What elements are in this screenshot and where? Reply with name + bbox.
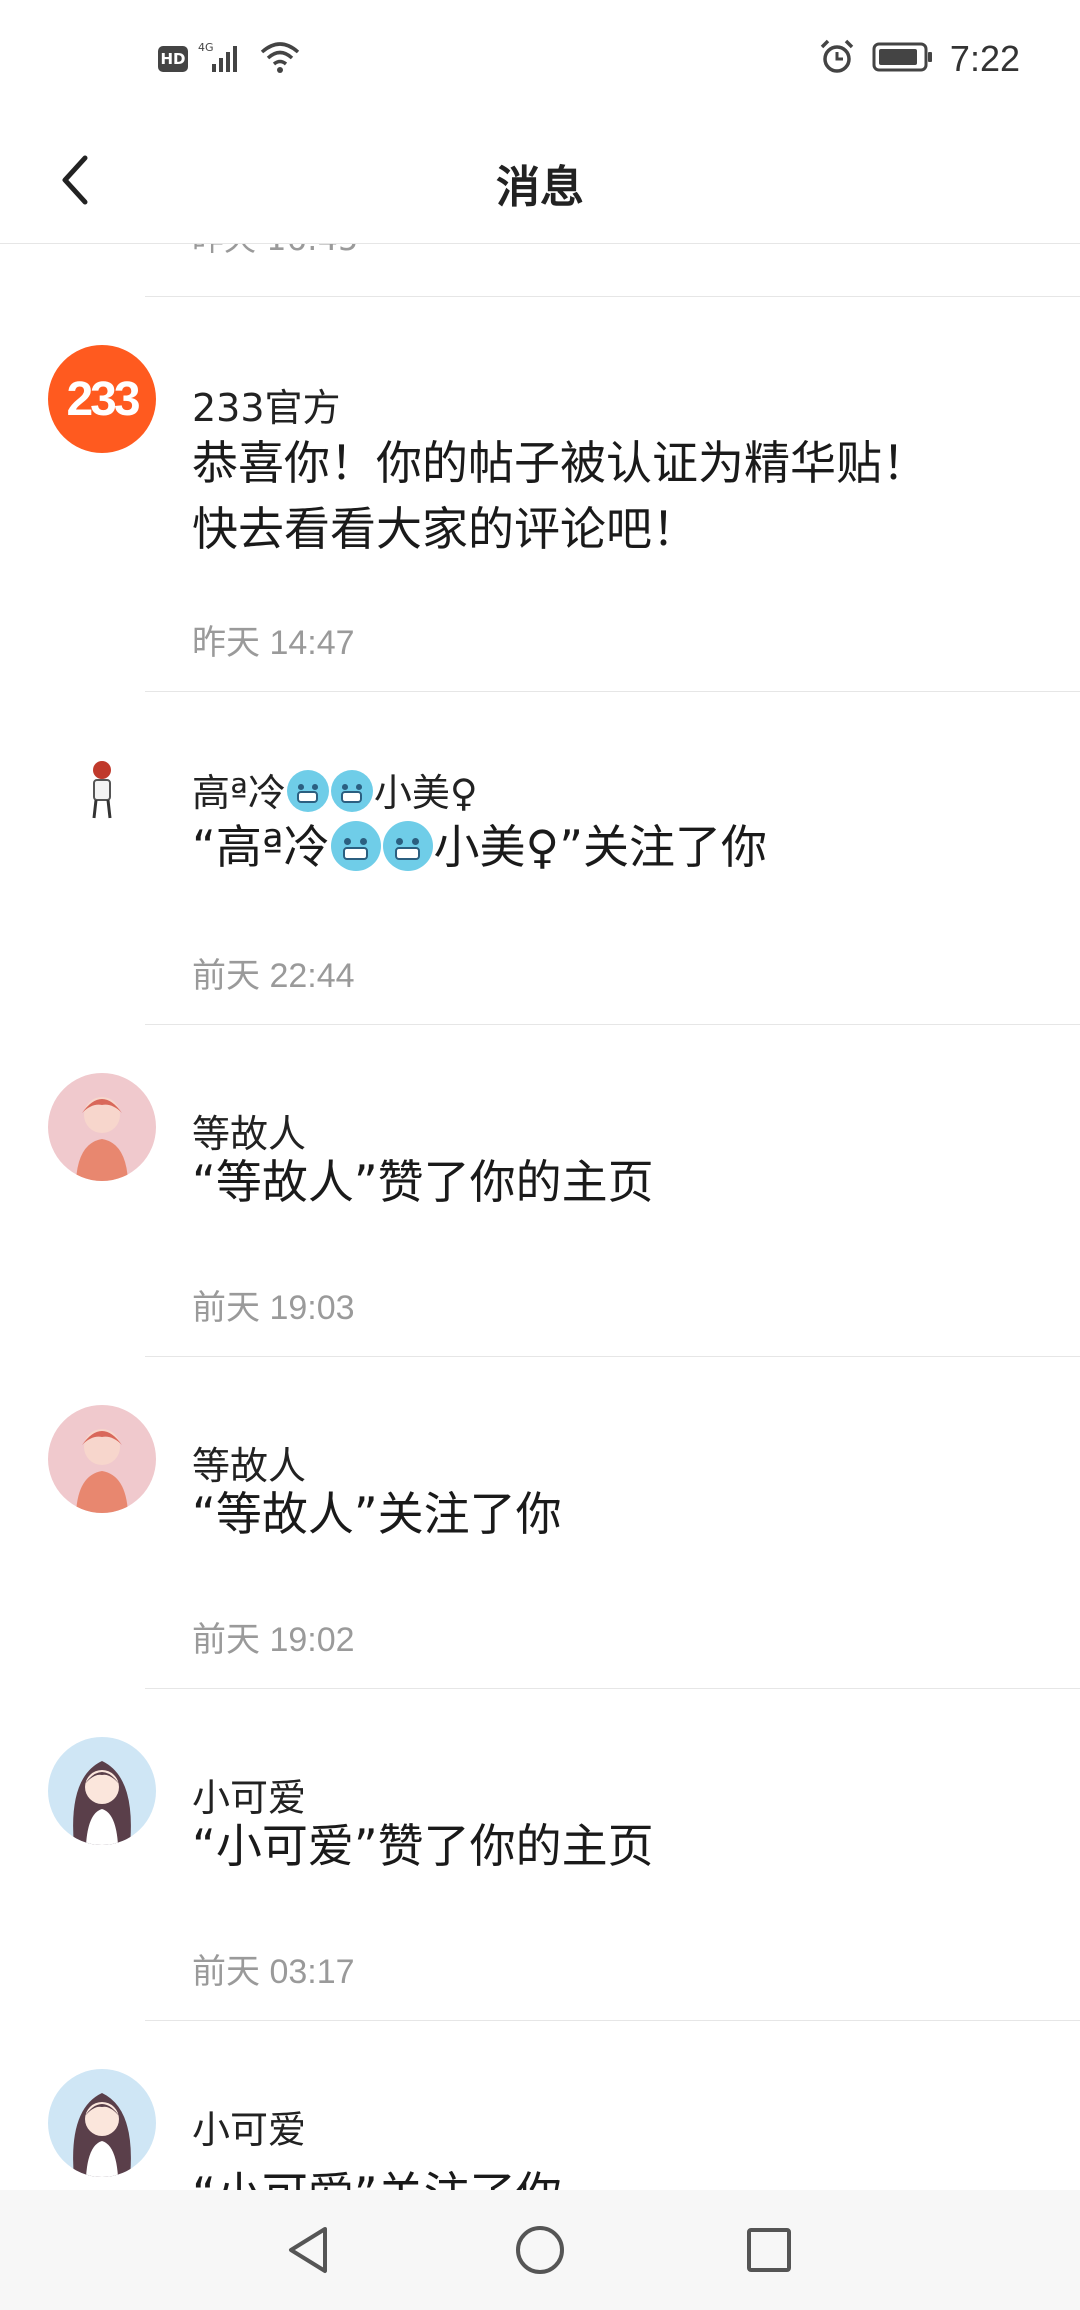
avatar-girl-icon [73, 1761, 131, 1845]
avatar-figure-icon [92, 761, 112, 819]
avatar[interactable]: 233 [48, 345, 156, 453]
hd-icon: HD [158, 46, 188, 72]
message-content-line: 快去看看大家的评论吧！ [192, 502, 698, 556]
message-time: 前天 19:03 [192, 1289, 355, 1327]
message-content-line: “等故人”赞了你的主页 [192, 1155, 654, 1209]
message-item[interactable]: 233 233官方 恭喜你！你的帖子被认证为精华贴！ 快去看看大家的评论吧！ 昨… [0, 297, 1080, 691]
status-left: HD 4G [158, 40, 302, 78]
cold-face-emoji-icon [382, 821, 433, 871]
cold-face-emoji-icon [330, 821, 381, 871]
signal-icon: 4G [198, 40, 248, 78]
message-content-line: “高ª冷 小美♀”关注了你 [192, 814, 767, 880]
message-time: 前天 19:02 [192, 1621, 355, 1659]
message-time: 前天 03:17 [192, 1953, 355, 1991]
svg-text:4G: 4G [198, 41, 214, 54]
message-list[interactable]: 昨天 16:45 233 233官方 恭喜你！你的帖子被认证为精华贴！ 快去看看… [0, 244, 1080, 2190]
message-content-part: “高ª冷 [192, 820, 330, 874]
battery-icon [872, 41, 934, 77]
app-header: 消息 [0, 125, 1080, 244]
message-content-line: “等故人”关注了你 [192, 1487, 562, 1541]
message-content-line: 恭喜你！你的帖子被认证为精华贴！ [192, 436, 928, 490]
message-item[interactable]: 小可爱 “小可爱”赞了你的主页 前天 03:17 [0, 1689, 1080, 2020]
message-time: 昨天 14:47 [192, 624, 355, 662]
cold-face-emoji-icon [330, 770, 373, 812]
message-item[interactable]: 小可爱 “小可爱”关注了你 [0, 2021, 1080, 2190]
sender-name: 小可爱 [192, 2108, 307, 2152]
avatar-boy-icon [76, 1097, 128, 1181]
system-nav-bar [0, 2190, 1080, 2310]
sender-name-part: 小美♀ [373, 771, 478, 815]
avatar[interactable] [48, 1073, 156, 1181]
sender-name: 高ª冷 小美♀ [192, 762, 478, 817]
alarm-icon [818, 38, 856, 80]
wifi-icon [258, 40, 302, 78]
cold-face-emoji-icon [286, 770, 329, 812]
sender-name: 233官方 [192, 386, 341, 430]
avatar[interactable] [48, 2069, 156, 2177]
sender-name-part: 高ª冷 [192, 771, 286, 815]
message-item[interactable]: 高ª冷 小美♀ “高ª冷 小美♀”关注了你 前天 22:44 [0, 692, 1080, 1024]
nav-back-button[interactable] [272, 2214, 344, 2286]
message-content-line: “小可爱”关注了你 [192, 2161, 562, 2190]
messages-screen: HD 4G 7:22 消息 233 233官方 恭喜你！你的帖子被认证为精华贴！… [0, 0, 1080, 2310]
page-title: 消息 [496, 162, 584, 213]
prev-item-time: 昨天 16:45 [192, 244, 358, 260]
message-item[interactable]: 等故人 “等故人”赞了你的主页 前天 19:03 [0, 1025, 1080, 1356]
message-content-part: 小美♀”关注了你 [433, 820, 768, 874]
avatar[interactable] [48, 1737, 156, 1845]
avatar-boy-icon [76, 1429, 128, 1513]
message-item[interactable]: 等故人 “等故人”关注了你 前天 19:02 [0, 1357, 1080, 1688]
status-time: 7:22 [949, 38, 1020, 79]
avatar[interactable] [48, 1405, 156, 1513]
nav-recents-button[interactable] [733, 2214, 805, 2286]
home-circle-icon [516, 2226, 564, 2274]
message-time: 前天 22:44 [192, 957, 355, 995]
back-triangle-icon [289, 2227, 327, 2273]
avatar[interactable] [48, 734, 156, 842]
status-right: 7:22 [818, 38, 1020, 80]
message-content-line: “小可爱”赞了你的主页 [192, 1819, 654, 1873]
avatar-girl-icon [73, 2093, 131, 2177]
status-bar: HD 4G 7:22 [0, 0, 1080, 125]
nav-home-button[interactable] [504, 2214, 576, 2286]
recents-square-icon [747, 2228, 791, 2272]
avatar-logo-text: 233 [66, 372, 140, 426]
